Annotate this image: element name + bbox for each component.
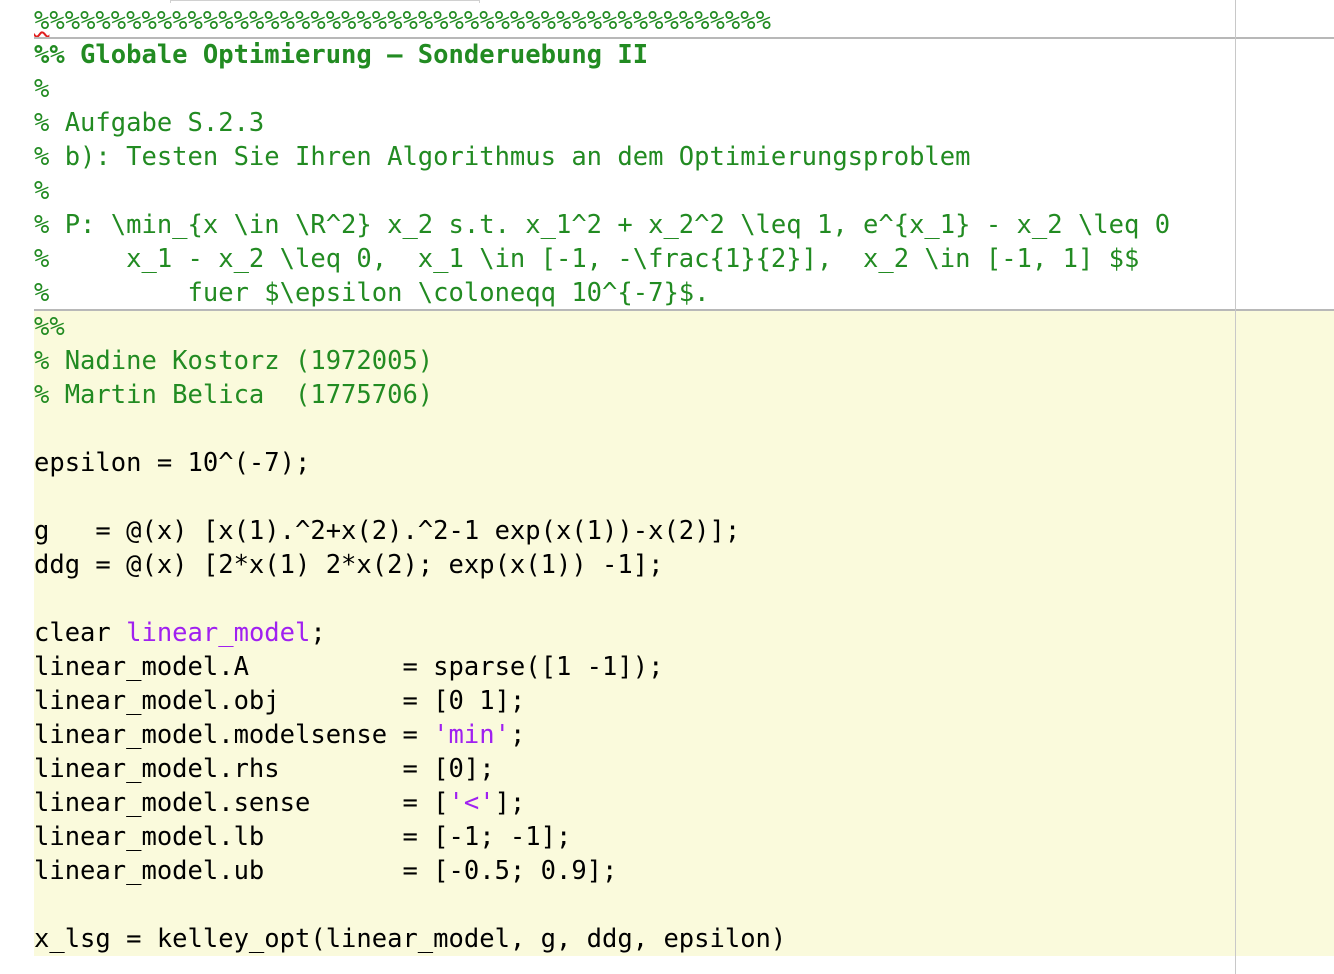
code-token: clear: [34, 618, 127, 648]
code-token: linear_model.A = sparse([1 -1]);: [34, 652, 664, 682]
string-token: '<': [448, 788, 495, 818]
code-line[interactable]: epsilon = 10^(-7);: [0, 446, 1334, 480]
cell-divider: [34, 37, 1334, 39]
comment-token: % Nadine Kostorz (1972005): [34, 346, 434, 376]
code-line[interactable]: linear_model.rhs = [0];: [0, 752, 1334, 786]
comment-token: % P: \min_{x \in \R^2} x_2 s.t. x_1^2 + …: [34, 210, 1171, 240]
code-line[interactable]: g = @(x) [x(1).^2+x(2).^2-1 exp(x(1))-x(…: [0, 514, 1334, 548]
code-line[interactable]: linear_model.ub = [-0.5; 0.9];: [0, 854, 1334, 888]
comment-token: % x_1 - x_2 \leq 0, x_1 \in [-1, -\frac{…: [34, 244, 1140, 274]
code-line[interactable]: [0, 412, 1334, 446]
code-token: linear_model.sense = [: [34, 788, 449, 818]
code-line[interactable]: % Aufgabe S.2.3: [0, 106, 1334, 140]
comment-token: %: [34, 6, 50, 36]
code-line[interactable]: ddg = @(x) [2*x(1) 2*x(2); exp(x(1)) -1]…: [0, 548, 1334, 582]
code-line[interactable]: x_lsg = kelley_opt(linear_model, g, ddg,…: [0, 922, 1334, 956]
code-token: ];: [494, 788, 526, 818]
code-line[interactable]: % x_1 - x_2 \leq 0, x_1 \in [-1, -\frac{…: [0, 242, 1334, 276]
code-token: linear_model.rhs = [0];: [34, 754, 495, 784]
code-token: linear_model.obj = [0 1];: [34, 686, 526, 716]
code-editor[interactable]: %%%%%%%%%%%%%%%%%%%%%%%%%%%%%%%%%%%%%%%%…: [0, 0, 1334, 974]
code-line[interactable]: linear_model.sense = ['<'];: [0, 786, 1334, 820]
code-line[interactable]: %: [0, 174, 1334, 208]
code-line[interactable]: % fuer $\epsilon \coloneqq 10^{-7}$.: [0, 276, 1334, 310]
code-token: x_lsg = kelley_opt(linear_model, g, ddg,…: [34, 924, 787, 954]
code-token: ;: [310, 618, 326, 648]
comment-token: %%%%%%%%%%%%%%%%%%%%%%%%%%%%%%%%%%%%%%%%…: [49, 6, 771, 36]
code-line[interactable]: %%: [0, 310, 1334, 344]
code-line[interactable]: linear_model.modelsense = 'min';: [0, 718, 1334, 752]
code-line[interactable]: clear linear_model;: [0, 616, 1334, 650]
code-lines[interactable]: %%%%%%%%%%%%%%%%%%%%%%%%%%%%%%%%%%%%%%%%…: [0, 4, 1334, 956]
code-token: ddg = @(x) [2*x(1) 2*x(2); exp(x(1)) -1]…: [34, 550, 664, 580]
editor-tab-edge: [170, 0, 480, 3]
code-line[interactable]: linear_model.obj = [0 1];: [0, 684, 1334, 718]
code-line[interactable]: [0, 888, 1334, 922]
code-line[interactable]: % Martin Belica (1775706): [0, 378, 1334, 412]
string-token: 'min': [433, 720, 510, 750]
code-token: linear_model.lb = [-1; -1];: [34, 822, 572, 852]
code-line[interactable]: % P: \min_{x \in \R^2} x_2 s.t. x_1^2 + …: [0, 208, 1334, 242]
cell-divider: [34, 309, 1334, 311]
code-line[interactable]: [0, 582, 1334, 616]
string-token: linear_model: [126, 618, 311, 648]
code-line[interactable]: %%%%%%%%%%%%%%%%%%%%%%%%%%%%%%%%%%%%%%%%…: [0, 4, 1334, 38]
right-text-limit-line: [1235, 0, 1236, 974]
code-token: linear_model.ub = [-0.5; 0.9];: [34, 856, 618, 886]
code-line[interactable]: % b): Testen Sie Ihren Algorithmus an de…: [0, 140, 1334, 174]
code-line[interactable]: linear_model.A = sparse([1 -1]);: [0, 650, 1334, 684]
code-line[interactable]: %% Globale Optimierung – Sonderuebung II: [0, 38, 1334, 72]
comment-token: %% Globale Optimierung – Sonderuebung II: [34, 40, 649, 70]
code-line[interactable]: %: [0, 72, 1334, 106]
comment-token: %: [34, 74, 50, 104]
comment-token: % Martin Belica (1775706): [34, 380, 434, 410]
code-line[interactable]: % Nadine Kostorz (1972005): [0, 344, 1334, 378]
comment-token: % Aufgabe S.2.3: [34, 108, 265, 138]
code-line[interactable]: [0, 480, 1334, 514]
code-token: g = @(x) [x(1).^2+x(2).^2-1 exp(x(1))-x(…: [34, 516, 741, 546]
code-line[interactable]: linear_model.lb = [-1; -1];: [0, 820, 1334, 854]
comment-token: %%: [34, 312, 65, 342]
code-token: linear_model.modelsense =: [34, 720, 434, 750]
code-token: ;: [509, 720, 526, 750]
code-token: epsilon = 10^(-7);: [34, 448, 311, 478]
comment-token: % fuer $\epsilon \coloneqq 10^{-7}$.: [34, 278, 710, 308]
comment-token: % b): Testen Sie Ihren Algorithmus an de…: [34, 142, 971, 172]
comment-token: %: [34, 176, 50, 206]
